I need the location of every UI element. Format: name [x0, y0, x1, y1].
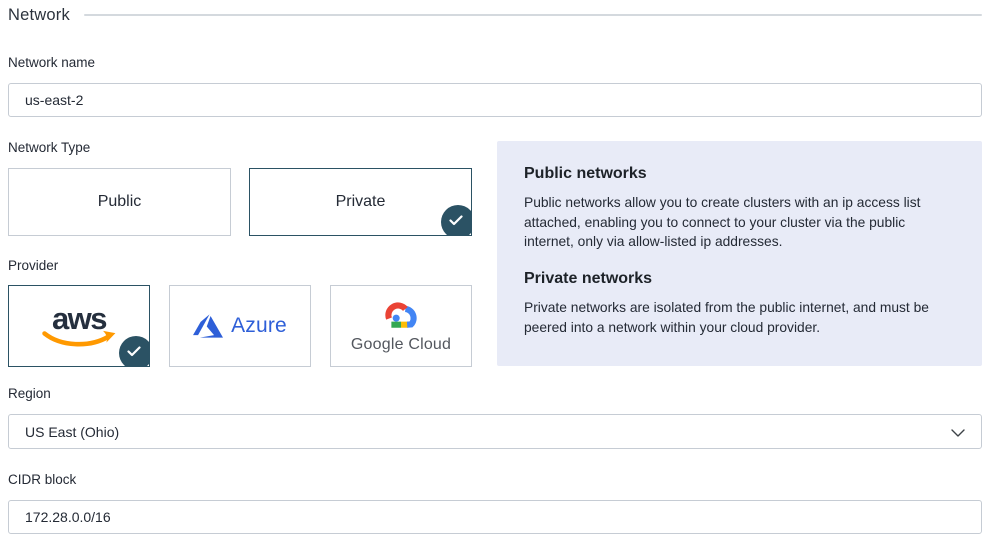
- provider-label: Provider: [8, 259, 472, 273]
- network-type-label: Network Type: [8, 141, 472, 155]
- aws-logo: aws: [40, 305, 118, 348]
- type-provider-zone: Network Type Public Private Provider: [8, 141, 982, 367]
- google-cloud-logo: Google Cloud: [351, 298, 451, 354]
- selected-check-icon: [119, 336, 150, 367]
- azure-icon: [193, 311, 223, 341]
- info-heading-public: Public networks: [524, 165, 955, 183]
- left-column: Network Type Public Private Provider: [8, 141, 472, 367]
- provider-option-google-cloud[interactable]: Google Cloud: [330, 285, 472, 367]
- network-form: Network Network name Network Type Public…: [0, 0, 990, 534]
- network-info-panel: Public networks Public networks allow yo…: [497, 141, 982, 366]
- aws-wordmark: aws: [52, 305, 106, 333]
- info-body-private: Private networks are isolated from the p…: [524, 298, 955, 337]
- info-heading-private: Private networks: [524, 270, 955, 288]
- right-column: Public networks Public networks allow yo…: [497, 141, 982, 367]
- aws-smile-icon: [40, 330, 118, 348]
- network-type-option-public[interactable]: Public: [8, 168, 231, 236]
- network-name-label: Network name: [8, 56, 982, 70]
- network-type-option-private[interactable]: Private: [249, 168, 472, 236]
- azure-logo: Azure: [193, 311, 287, 341]
- google-cloud-wordmark: Google Cloud: [351, 336, 451, 354]
- network-type-option-label: Public: [98, 193, 142, 211]
- region-select-wrap: [8, 414, 982, 449]
- network-type-option-label: Private: [336, 193, 386, 211]
- region-label: Region: [8, 387, 982, 401]
- network-type-options: Public Private: [8, 168, 472, 236]
- header-divider: [84, 14, 982, 16]
- google-cloud-icon: [378, 298, 424, 333]
- cidr-label: CIDR block: [8, 473, 982, 487]
- page-title: Network: [8, 6, 70, 25]
- provider-options: aws: [8, 285, 472, 367]
- info-body-public: Public networks allow you to create clus…: [524, 193, 955, 252]
- provider-option-aws[interactable]: aws: [8, 285, 150, 367]
- section-header: Network: [8, 2, 982, 28]
- network-name-input[interactable]: [8, 83, 982, 117]
- azure-wordmark: Azure: [231, 314, 287, 338]
- provider-option-azure[interactable]: Azure: [169, 285, 311, 367]
- selected-check-icon: [441, 205, 472, 236]
- cidr-input[interactable]: [8, 500, 982, 534]
- region-select[interactable]: [8, 414, 982, 449]
